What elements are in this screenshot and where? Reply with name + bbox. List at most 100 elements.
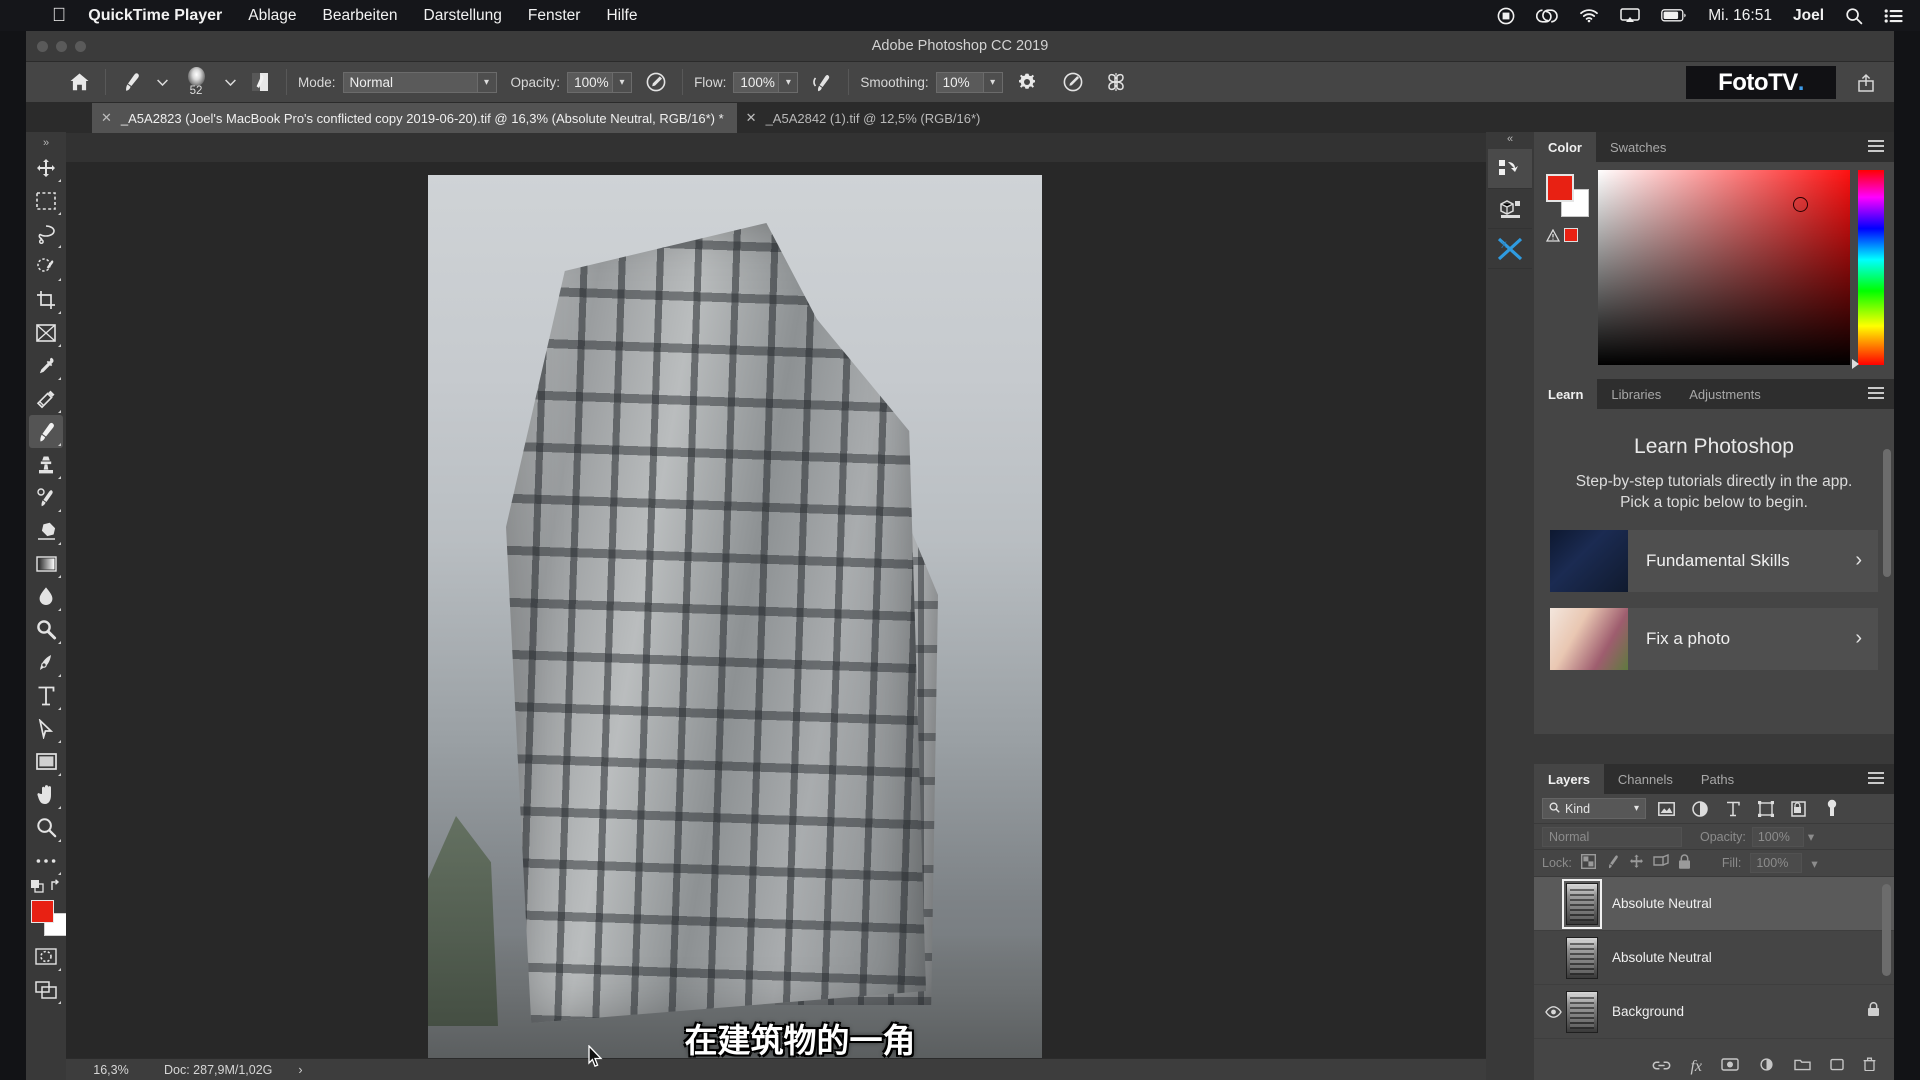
color-ramp[interactable] <box>1598 170 1850 365</box>
blend-mode-value[interactable]: Normal <box>342 71 478 93</box>
chevron-right-icon[interactable]: › <box>1855 549 1862 572</box>
apple-icon[interactable]:  <box>52 6 66 25</box>
creative-cloud-icon[interactable] <box>1536 8 1559 24</box>
type-layers-filter-icon[interactable] <box>1720 798 1745 820</box>
close-icon[interactable]: ✕ <box>101 110 112 126</box>
panel-menu-icon[interactable] <box>1868 387 1884 405</box>
history-rail-button[interactable] <box>1488 149 1532 189</box>
lasso-tool[interactable] <box>29 217 63 250</box>
layer-thumbnail[interactable] <box>1562 878 1602 929</box>
lock-transparency-icon[interactable] <box>1580 853 1596 872</box>
eraser-tool[interactable] <box>29 514 63 547</box>
tab-paths[interactable]: Paths <box>1687 764 1748 794</box>
blend-mode-caret[interactable]: ▾ <box>477 71 497 93</box>
control-center-icon[interactable] <box>1884 8 1904 23</box>
panel-menu-icon[interactable] <box>1868 140 1884 158</box>
flow-value[interactable]: 100% <box>733 71 780 93</box>
menubar-clock[interactable]: Mi. 16:51 <box>1708 7 1772 25</box>
brush-size-preview[interactable]: 52 <box>177 67 215 97</box>
airplay-icon[interactable] <box>1620 8 1640 23</box>
search-icon[interactable] <box>1845 7 1863 25</box>
menu-item-darstellung[interactable]: Darstellung <box>424 7 502 25</box>
screen-mode-icon[interactable] <box>29 973 63 1006</box>
clone-stamp-tool[interactable] <box>29 448 63 481</box>
adjustment-layer-icon[interactable] <box>1758 1057 1775 1076</box>
gradient-tool[interactable] <box>29 547 63 580</box>
pressure-opacity-icon[interactable] <box>641 68 671 96</box>
lock-artboard-icon[interactable] <box>1653 853 1669 872</box>
history-brush-tool[interactable] <box>29 481 63 514</box>
share-icon[interactable] <box>1856 73 1876 98</box>
menu-item-fenster[interactable]: Fenster <box>528 7 581 25</box>
layer-thumbnail[interactable] <box>1566 990 1598 1033</box>
document-canvas[interactable]: 在建筑物的一角 <box>66 162 1534 1080</box>
menu-item-hilfe[interactable]: Hilfe <box>606 7 637 25</box>
opacity-caret[interactable]: ▾ <box>613 71 633 93</box>
brush-preset-icon[interactable] <box>117 68 147 96</box>
shape-layers-filter-icon[interactable] <box>1753 798 1778 820</box>
wifi-icon[interactable] <box>1579 8 1599 23</box>
gamut-warning-icon[interactable] <box>1546 228 1578 242</box>
home-icon[interactable] <box>64 68 94 96</box>
layer-thumbnail[interactable] <box>1566 936 1598 979</box>
gamut-warning-swatch[interactable] <box>1564 228 1578 242</box>
color-foreground-swatch[interactable] <box>1546 174 1574 202</box>
photo-image[interactable] <box>428 175 1042 1080</box>
move-tool[interactable] <box>29 151 63 184</box>
layer-visibility-toggle[interactable] <box>1540 1005 1566 1018</box>
delete-layer-icon[interactable] <box>1863 1057 1876 1076</box>
shape-tool[interactable] <box>29 745 63 778</box>
quick-mask-icon[interactable] <box>29 940 63 973</box>
collapse-chevrons-icon[interactable]: « <box>1507 132 1513 149</box>
lock-position-icon[interactable] <box>1629 854 1644 872</box>
hue-slider[interactable] <box>1852 170 1884 369</box>
pen-tool[interactable] <box>29 646 63 679</box>
close-icon[interactable]: ✕ <box>746 110 757 126</box>
menu-item-bearbeiten[interactable]: Bearbeiten <box>323 7 398 25</box>
frame-tool[interactable] <box>29 316 63 349</box>
3d-rail-button[interactable] <box>1488 189 1532 229</box>
pixel-layers-filter-icon[interactable] <box>1654 798 1679 820</box>
smoothing-caret[interactable]: ▾ <box>983 71 1003 93</box>
layer-filter-kind-select[interactable]: Kind ▾ <box>1542 798 1646 819</box>
window-controls[interactable] <box>37 41 86 52</box>
learn-card-fundamental-skills[interactable]: Fundamental Skills › <box>1550 529 1878 592</box>
dodge-tool[interactable] <box>29 613 63 646</box>
brush-preset-caret[interactable] <box>147 68 177 96</box>
quick-selection-tool[interactable] <box>29 250 63 283</box>
smoothing-value[interactable]: 10% <box>935 71 984 93</box>
layers-list-scrollbar[interactable] <box>1882 884 1891 976</box>
zoom-tool[interactable] <box>29 811 63 844</box>
collapse-chevrons-icon[interactable]: » <box>43 137 49 151</box>
menu-item-ablage[interactable]: Ablage <box>248 7 296 25</box>
minimize-window-button[interactable] <box>56 41 67 52</box>
maximize-window-button[interactable] <box>75 41 86 52</box>
chevron-down-icon[interactable]: ▾ <box>1634 803 1639 814</box>
battery-icon[interactable] <box>1661 9 1687 22</box>
new-layer-icon[interactable] <box>1830 1058 1844 1076</box>
link-layers-icon[interactable] <box>1652 1058 1671 1076</box>
chevron-right-icon[interactable]: › <box>1855 627 1862 650</box>
edit-toolbar-ellipsis-icon[interactable] <box>29 844 63 877</box>
record-stop-icon[interactable] <box>1497 7 1515 25</box>
layer-row-2[interactable]: Absolute Neutral <box>1534 931 1894 985</box>
layer-row-3[interactable]: Background <box>1534 985 1894 1039</box>
fill-value[interactable]: 100% <box>1750 853 1803 873</box>
document-tab-2[interactable]: ✕ _A5A2842 (1).tif @ 12,5% (RGB/16*) <box>737 103 994 133</box>
new-group-icon[interactable] <box>1794 1058 1811 1076</box>
crop-tool[interactable] <box>29 283 63 316</box>
color-ramp-marker[interactable] <box>1793 197 1808 212</box>
menubar-user[interactable]: Joel <box>1793 7 1824 25</box>
layer-opacity-caret[interactable]: ▾ <box>1808 829 1814 844</box>
layer-row-1[interactable]: Absolute Neutral <box>1534 877 1894 931</box>
blue-x-rail-button[interactable]: X <box>1488 229 1532 269</box>
path-selection-tool[interactable] <box>29 712 63 745</box>
brush-tool[interactable] <box>29 415 63 448</box>
tab-learn[interactable]: Learn <box>1534 379 1598 409</box>
spot-healing-brush-tool[interactable] <box>29 382 63 415</box>
tab-adjustments[interactable]: Adjustments <box>1675 379 1775 409</box>
flow-caret[interactable]: ▾ <box>779 71 799 93</box>
tab-swatches[interactable]: Swatches <box>1596 132 1680 162</box>
fill-caret[interactable]: ▾ <box>1811 856 1817 871</box>
brush-angle-icon[interactable] <box>1058 68 1088 96</box>
